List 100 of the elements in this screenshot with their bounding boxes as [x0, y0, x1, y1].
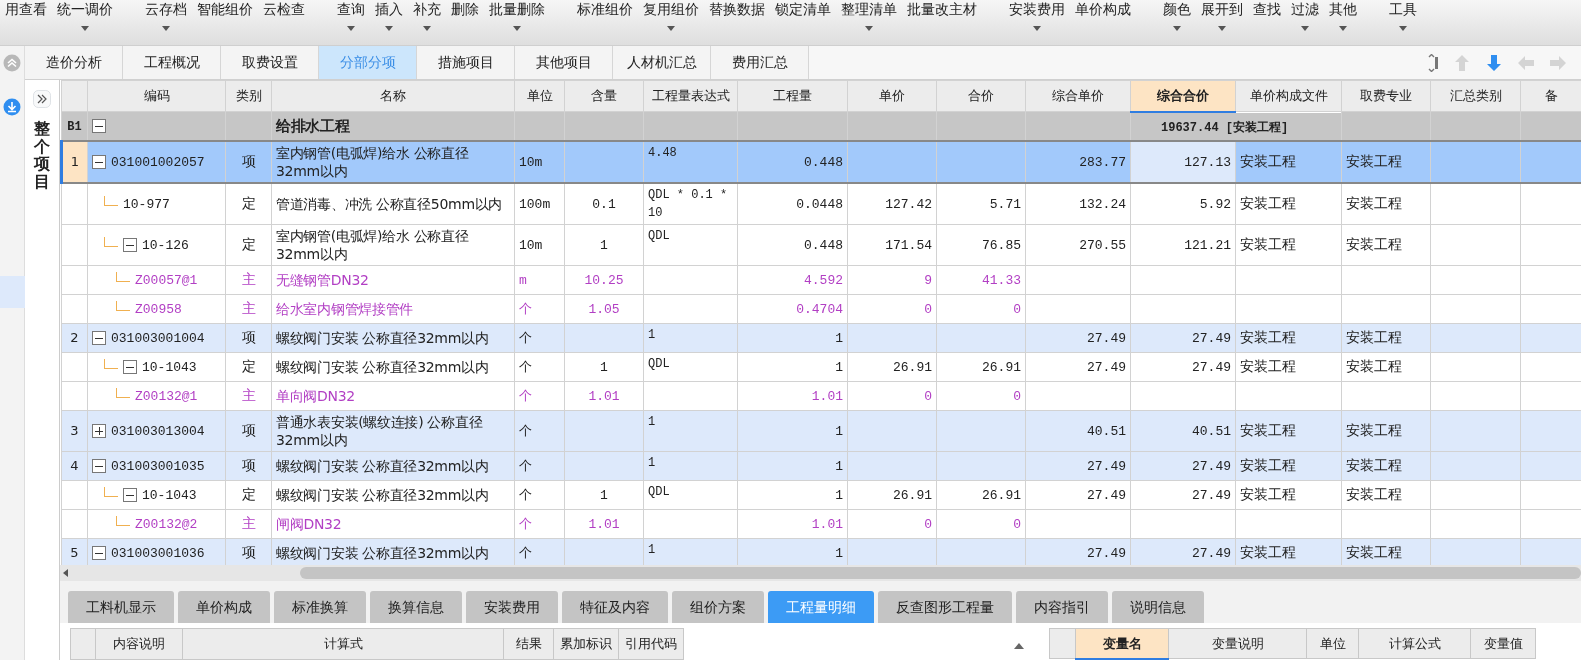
column-header[interactable]: 取费专业 [1341, 80, 1431, 112]
column-header[interactable]: 综合合价 [1130, 80, 1236, 112]
cell-text: 安装工程 [1346, 329, 1402, 345]
column-header[interactable]: 变量名 [1075, 628, 1169, 659]
toolbar-button[interactable]: 统一调价 [52, 0, 118, 31]
column-header[interactable]: 引用代码 [618, 628, 684, 660]
toolbar-button[interactable]: 查找 [1248, 0, 1286, 31]
column-header[interactable]: 累加标识 [553, 628, 619, 660]
toolbar-button[interactable]: 云检查 [258, 0, 310, 31]
column-header[interactable]: 单位 [1306, 628, 1359, 659]
toolbar-button[interactable]: 删除 [446, 0, 484, 31]
cell-text: 1 [648, 327, 656, 342]
table-row[interactable]: 3 031003013004 项 普通水表安装(螺纹连接) 公称直径32mm以内 个 1 1 40.51 40.51 安装工程 安装工程 [61, 410, 1581, 451]
column-header[interactable]: 综合单价 [1025, 80, 1131, 112]
toolbar-button[interactable]: 标准组价 [572, 0, 638, 31]
arrow-down-icon[interactable] [1485, 53, 1503, 72]
column-header[interactable]: 备 [1520, 80, 1581, 112]
cell-text: 10m [519, 237, 543, 253]
table-row[interactable]: 1 031001002057 项 室内钢管(电弧焊)给水 公称直径32mm以内 10m 4.48 0.448 283.77 127.13 安装工程 安装工程 [61, 140, 1581, 183]
toolbar-button[interactable]: 安装费用 [1004, 0, 1070, 31]
cell-text: 安装工程 [1346, 422, 1402, 438]
cell-text: 0 [924, 516, 932, 532]
toolbar-button[interactable]: 单价构成 [1070, 0, 1136, 31]
toolbar-button[interactable]: 其他 [1324, 0, 1362, 31]
cell-text: 1.01 [588, 516, 620, 532]
table-row[interactable]: 4 031003001035 项 螺纹阀门安装 公称直径32mm以内 个 1 1 27.49 27.49 安装工程 安装工程 [61, 451, 1581, 480]
column-header[interactable]: 工程量 [737, 80, 848, 112]
collapse-toggle[interactable] [123, 237, 137, 252]
table-row[interactable]: Z00132@2 主 闸阀DN32 个 1.01 1.01 0 0 [61, 509, 1581, 538]
table-row[interactable]: Z00958 主 给水室内钢管焊接管件 个 1.05 0.4704 0 0 [61, 294, 1581, 323]
tab[interactable]: 换算信息 [370, 591, 462, 623]
table-row[interactable]: 2 031003001004 项 螺纹阀门安装 公称直径32mm以内 个 1 1 27.49 27.49 安装工程 安装工程 [61, 323, 1581, 352]
toolbar-button[interactable]: 批量改主材 [902, 0, 982, 31]
toolbar-button[interactable]: 工具 [1384, 0, 1422, 31]
cell-text: 0 [1013, 301, 1021, 317]
table-row[interactable]: 10-977 定 管道消毒、冲洗 公称直径50mm以内 100m 0.1 QDL * 0.1 * 10 0.0448 127.42 5.71 132.24 5.92 安装工程 安装工程 [61, 182, 1581, 224]
column-header[interactable]: 名称 [271, 80, 515, 112]
cell-text: 螺纹阀门安装 公称直径32mm以内 [276, 358, 489, 375]
column-header[interactable]: 单价构成文件 [1235, 80, 1342, 112]
toolbar-button[interactable]: 批量删除 [484, 0, 550, 31]
toolbar-button[interactable]: 复用组价 [638, 0, 704, 31]
collapse-toggle[interactable] [92, 119, 106, 134]
column-header[interactable]: 合价 [936, 80, 1026, 112]
table-row[interactable]: 10-1043 定 螺纹阀门安装 公称直径32mm以内 个 1 QDL 1 26.91 26.91 27.49 27.49 安装工程 安装工程 [61, 480, 1581, 509]
tab[interactable]: 特征及内容 [562, 591, 668, 623]
tab[interactable]: 标准换算 [274, 591, 366, 623]
column-header[interactable]: 结果 [503, 628, 554, 660]
collapse-toggle[interactable] [92, 545, 106, 560]
scrollbar-thumb[interactable] [300, 567, 1581, 579]
toolbar-button[interactable]: 整理清单 [836, 0, 902, 31]
tab[interactable]: 内容指引 [1016, 591, 1108, 623]
column-header[interactable]: 类别 [225, 80, 272, 112]
cell-text: 10m [519, 154, 543, 170]
tab[interactable]: 单价构成 [178, 591, 270, 623]
column-header[interactable]: 编码 [87, 80, 226, 112]
table-row[interactable]: Z00132@1 主 单向阀DN32 个 1.01 1.01 0 0 [61, 381, 1581, 410]
collapse-toggle[interactable] [123, 487, 137, 502]
toolbar-button[interactable]: 替换数据 [704, 0, 770, 31]
toolbar-button[interactable]: 智能组价 [192, 0, 258, 31]
toolbar-button[interactable]: 颜色 [1158, 0, 1196, 31]
column-header[interactable]: 变量值 [1470, 628, 1536, 659]
toolbar-button[interactable]: 查询 [332, 0, 370, 31]
toolbar-button[interactable]: 插入 [370, 0, 408, 31]
column-header[interactable]: 内容说明 [95, 628, 183, 660]
collapse-toggle[interactable] [123, 359, 137, 374]
table-row[interactable]: Z00057@1 主 无缝钢管DN32 m 10.25 4.592 9 41.33 [61, 265, 1581, 294]
tab[interactable]: 说明信息 [1112, 591, 1204, 623]
tab[interactable]: 反查图形工程量 [878, 591, 1012, 623]
toolbar-button[interactable]: 用查看 [0, 0, 52, 31]
table-row[interactable]: 10-126 定 室内钢管(电弧焊)给水 公称直径32mm以内 10m 1 QDL 0.448 171.54 76.85 270.55 121.21 安装工程 安装工程 [61, 224, 1581, 265]
expand-button[interactable] [33, 90, 51, 108]
cell-text: 40.51 [1087, 423, 1126, 439]
cell-text: 26.91 [982, 359, 1021, 375]
tab[interactable]: 工料机显示 [68, 591, 174, 623]
column-header[interactable]: 单价 [847, 80, 937, 112]
column-header[interactable]: 变量说明 [1168, 628, 1307, 659]
collapse-toggle[interactable] [92, 458, 106, 473]
cell-text: 定 [241, 236, 256, 252]
column-header[interactable]: 单位 [514, 80, 565, 112]
column-header[interactable]: 含量 [564, 80, 644, 112]
collapse-toggle[interactable] [92, 154, 106, 169]
toolbar-button[interactable]: 过滤 [1286, 0, 1324, 31]
toolbar-button[interactable]: 云存档 [140, 0, 192, 31]
toolbar-button[interactable]: 补充 [408, 0, 446, 31]
collapse-toggle[interactable] [92, 330, 106, 345]
table-row[interactable]: B1 给排水工程 19637.44 [安装工程] [61, 111, 1581, 141]
toolbar-button[interactable]: 展开到 [1196, 0, 1248, 31]
download-icon[interactable] [3, 98, 21, 116]
table-row[interactable]: 10-1043 定 螺纹阀门安装 公称直径32mm以内 个 1 QDL 1 26.91 26.91 27.49 27.49 安装工程 安装工程 [61, 352, 1581, 381]
cell-text: 26.91 [893, 359, 932, 375]
cell-text: 0 [924, 301, 932, 317]
column-header[interactable]: 工程量表达式 [643, 80, 738, 112]
column-header[interactable]: 计算式 [182, 628, 504, 660]
tab[interactable]: 组价方案 [672, 591, 764, 623]
expand-toggle[interactable] [92, 423, 106, 438]
column-header[interactable]: 计算公式 [1358, 628, 1471, 659]
toolbar-button[interactable]: 锁定清单 [770, 0, 836, 31]
tab[interactable]: 安装费用 [466, 591, 558, 623]
column-header[interactable]: 汇总类别 [1430, 80, 1521, 112]
tree-line [116, 300, 130, 311]
